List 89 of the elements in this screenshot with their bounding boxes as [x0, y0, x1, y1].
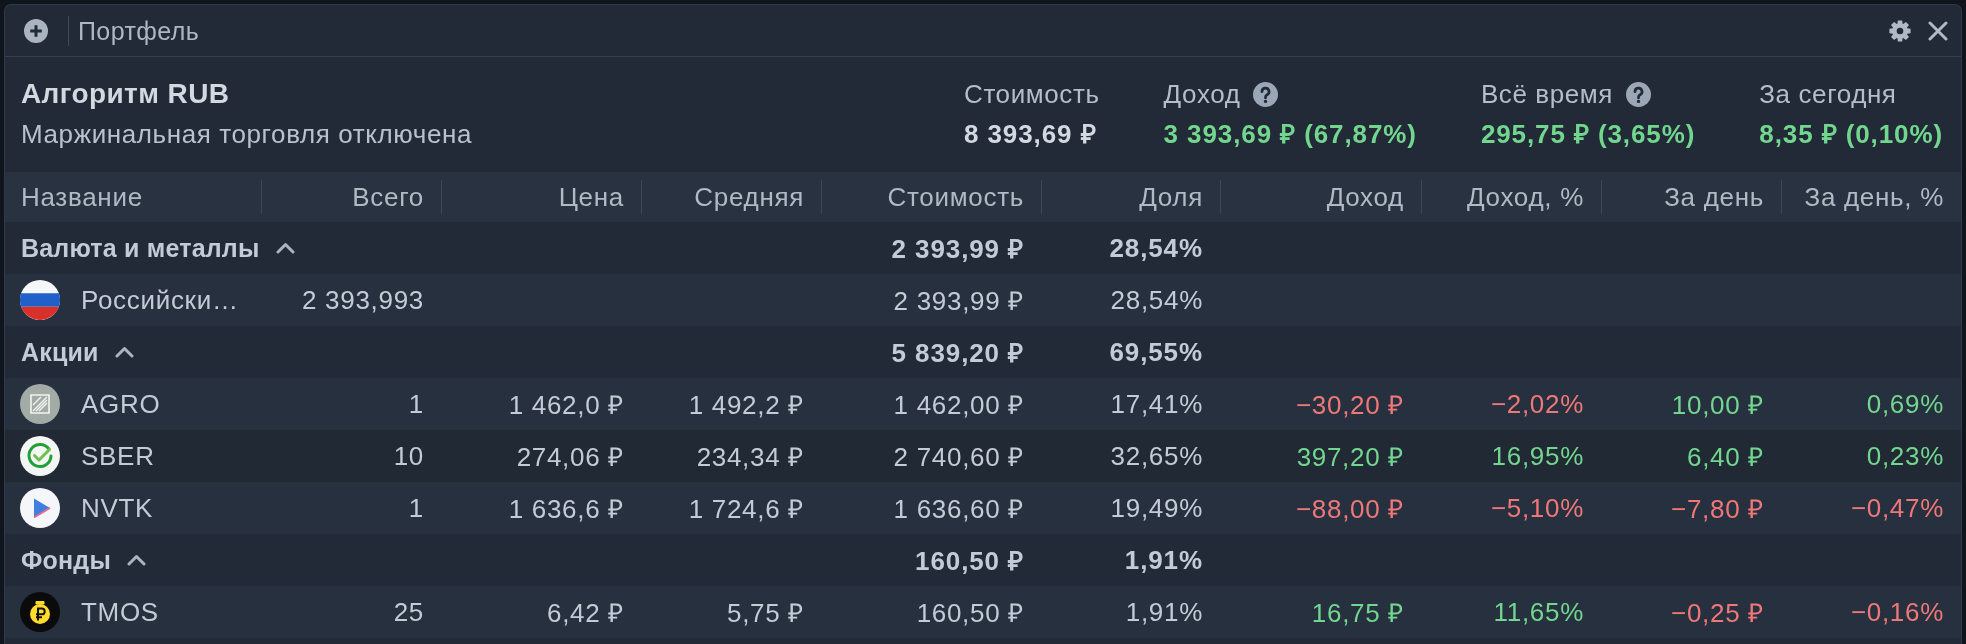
- summary-value: 8,35 ₽ (0,10%): [1759, 118, 1943, 151]
- group-value: 160,50 ₽: [915, 545, 1024, 578]
- column-header[interactable]: За день: [1664, 181, 1764, 213]
- chevron-up-icon[interactable]: [114, 346, 134, 358]
- summary-label: За сегодня: [1759, 78, 1897, 110]
- instrument-name: SBER: [81, 440, 155, 472]
- help-icon[interactable]: [1626, 81, 1651, 107]
- group-name: Фонды: [21, 545, 111, 575]
- holding-row[interactable]: NVTK 1 1 636,6 ₽ 1 724,6 ₽ 1 636,60 ₽ 19,49% −88,00 ₽ −5,10% −7,80 ₽ −0,47%: [5, 482, 1961, 534]
- instrument-name: Российски…: [81, 284, 239, 316]
- flag-icon: [20, 280, 60, 320]
- average-price-value: 1 492,2 ₽: [688, 389, 804, 422]
- column-header[interactable]: Стоимость: [887, 181, 1024, 213]
- price-value: 274,06 ₽: [516, 441, 624, 474]
- profit-value: −88,00 ₽: [1295, 493, 1404, 526]
- group-name: Валюта и металлы: [21, 233, 260, 263]
- summary-value: 295,75 ₽ (3,65%): [1480, 118, 1696, 151]
- average-price-value: 234,34 ₽: [696, 441, 804, 474]
- column-header[interactable]: Доход: [1326, 181, 1404, 213]
- column-header[interactable]: Средняя: [694, 181, 804, 213]
- day-change-percent-value: −0,47%: [1850, 492, 1944, 524]
- position-value: 2 740,60 ₽: [893, 441, 1024, 474]
- quantity-value: 1: [408, 388, 424, 420]
- holding-row[interactable]: TMOS 25 6,42 ₽ 5,75 ₽ 160,50 ₽ 1,91% 16,75 ₽ 11,65% −0,25 ₽ −0,16%: [5, 586, 1961, 638]
- summary-label: Доход: [1163, 78, 1241, 110]
- quantity-value: 25: [393, 596, 424, 628]
- column-header[interactable]: Название: [21, 181, 143, 213]
- average-price-value: 1 724,6 ₽: [688, 493, 804, 526]
- column-header[interactable]: Всего: [352, 181, 424, 213]
- day-change-percent-value: 0,69%: [1866, 388, 1944, 420]
- instrument-name: NVTK: [81, 492, 154, 524]
- share-value: 19,49%: [1110, 492, 1203, 524]
- share-value: 1,91%: [1125, 596, 1203, 628]
- instrument-name: AGRO: [81, 388, 161, 420]
- day-change-value: 10,00 ₽: [1671, 389, 1764, 422]
- quantity-value: 10: [393, 440, 424, 472]
- margin-status: Маржинальная торговля отключена: [21, 118, 473, 151]
- group-share: 69,55%: [1109, 336, 1203, 368]
- group-value: 5 839,20 ₽: [891, 337, 1024, 370]
- group-name: Акции: [21, 337, 99, 367]
- group-value: 2 393,99 ₽: [891, 233, 1024, 266]
- check-ring-icon: [20, 436, 60, 476]
- group-share: 1,91%: [1124, 544, 1203, 576]
- column-header[interactable]: Цена: [558, 181, 624, 213]
- close-icon[interactable]: [1928, 20, 1948, 41]
- column-header[interactable]: Доход, %: [1467, 181, 1584, 213]
- window-title: Портфель: [78, 15, 200, 46]
- day-change-percent-value: −0,16%: [1850, 596, 1944, 628]
- profit-percent-value: −5,10%: [1490, 492, 1584, 524]
- day-change-value: −0,25 ₽: [1671, 597, 1764, 630]
- position-value: 2 393,99 ₽: [893, 285, 1024, 318]
- day-change-value: 6,40 ₽: [1686, 441, 1764, 474]
- profit-percent-value: 11,65%: [1493, 596, 1584, 628]
- quantity-value: 2 393,993: [302, 284, 424, 316]
- profit-percent-value: 16,95%: [1491, 440, 1584, 472]
- profit-value: 16,75 ₽: [1311, 597, 1404, 630]
- add-icon[interactable]: [24, 18, 48, 43]
- share-value: 28,54%: [1110, 284, 1203, 316]
- profit-value: −30,20 ₽: [1295, 389, 1404, 422]
- position-value: 160,50 ₽: [916, 597, 1024, 630]
- position-value: 1 462,00 ₽: [893, 389, 1024, 422]
- average-price-value: 5,75 ₽: [726, 597, 804, 630]
- coin-icon: [20, 592, 60, 632]
- column-header[interactable]: За день, %: [1804, 181, 1944, 213]
- price-value: 6,42 ₽: [546, 597, 624, 630]
- settings-icon[interactable]: [1889, 19, 1911, 42]
- quantity-value: 1: [408, 492, 424, 524]
- help-icon[interactable]: [1253, 81, 1279, 107]
- summary-value: 3 393,69 ₽ (67,87%): [1163, 118, 1417, 151]
- summary-label: Всё время: [1480, 78, 1613, 110]
- profit-percent-value: −2,02%: [1490, 388, 1584, 420]
- holding-row[interactable]: Российски… 2 393,993 2 393,99 ₽ 28,54%: [5, 274, 1961, 326]
- share-value: 17,41%: [1110, 388, 1203, 420]
- day-change-value: −7,80 ₽: [1671, 493, 1764, 526]
- summary-value: 8 393,69 ₽: [964, 118, 1098, 151]
- chevron-up-icon[interactable]: [275, 242, 295, 254]
- group-share: 28,54%: [1109, 232, 1203, 264]
- account-name: Алгоритм RUB: [21, 77, 231, 111]
- chevron-up-icon[interactable]: [126, 554, 146, 566]
- column-header[interactable]: Доля: [1139, 181, 1203, 213]
- price-value: 1 636,6 ₽: [508, 493, 624, 526]
- price-value: 1 462,0 ₽: [508, 389, 624, 422]
- share-value: 32,65%: [1110, 440, 1203, 472]
- profit-value: 397,20 ₽: [1296, 441, 1404, 474]
- summary-label: Стоимость: [964, 78, 1100, 110]
- day-change-percent-value: 0,23%: [1866, 440, 1944, 472]
- position-value: 1 636,60 ₽: [893, 493, 1024, 526]
- instrument-name: TMOS: [81, 596, 159, 628]
- holding-row[interactable]: AGRO 1 1 462,0 ₽ 1 492,2 ₽ 1 462,00 ₽ 17,41% −30,20 ₽ −2,02% 10,00 ₽ 0,69%: [5, 378, 1961, 430]
